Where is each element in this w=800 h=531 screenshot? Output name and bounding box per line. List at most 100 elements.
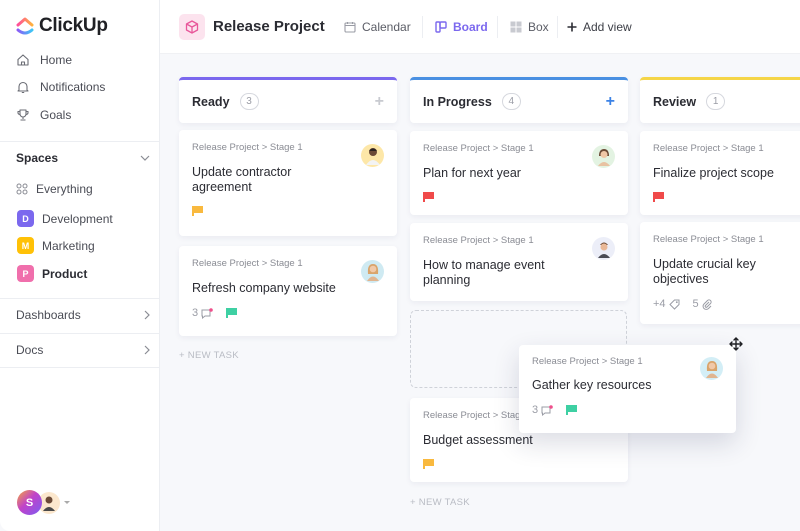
assignee-avatar[interactable] <box>700 357 723 380</box>
sidebar-divider <box>0 141 160 142</box>
space-label: Product <box>42 266 88 281</box>
column-header: Ready 3 + <box>179 77 397 123</box>
tab-label: Board <box>453 20 488 34</box>
assignee-avatar[interactable] <box>592 237 615 260</box>
task-path: Release Project > Stage 1 <box>423 235 534 246</box>
person-avatar-icon <box>43 496 55 511</box>
space-product[interactable]: P Product <box>17 265 87 282</box>
sidebar-item-dashboards[interactable]: Dashboards <box>16 308 150 322</box>
tab-box[interactable]: Box <box>510 20 549 34</box>
sidebar-divider <box>0 367 160 368</box>
sidebar-item-home[interactable]: Home <box>16 53 72 67</box>
user-avatar[interactable]: S <box>17 490 42 515</box>
task-card[interactable]: Release Project > Stage 1 Finalize proje… <box>640 131 800 215</box>
task-meta <box>423 459 615 469</box>
task-path: Release Project > Stage 1 <box>653 234 764 245</box>
person-avatar-icon <box>365 148 380 165</box>
task-title: How to manage event planning <box>423 258 545 287</box>
task-meta: 3 <box>532 404 723 416</box>
space-badge: P <box>17 265 34 282</box>
page-title: Release Project <box>213 18 325 35</box>
priority-flag-icon[interactable] <box>653 192 664 202</box>
new-task-button[interactable]: + NEW TASK <box>179 350 239 361</box>
space-label: Marketing <box>42 238 95 253</box>
spaces-title: Spaces <box>16 151 59 165</box>
priority-flag-icon[interactable] <box>226 308 238 318</box>
priority-flag-icon[interactable] <box>192 206 203 216</box>
space-marketing[interactable]: M Marketing <box>17 237 95 254</box>
task-title: Finalize project scope <box>653 166 774 180</box>
person-avatar-icon <box>366 264 379 281</box>
space-development[interactable]: D Development <box>17 210 113 227</box>
user-menu[interactable]: S <box>17 490 70 515</box>
comment-count[interactable]: 3 <box>192 307 213 319</box>
sidebar-item-notifications[interactable]: Notifications <box>16 80 105 94</box>
caret-down-icon[interactable] <box>64 501 70 504</box>
sidebar-item-label: Docs <box>16 343 44 357</box>
sidebar-item-label: Home <box>40 53 73 67</box>
spaces-header[interactable]: Spaces <box>16 151 150 165</box>
task-card[interactable]: Release Project > Stage 1 How to manage … <box>410 223 628 301</box>
move-cursor-icon <box>729 337 743 351</box>
dragging-task-card[interactable]: Release Project > Stage 1 Gather key res… <box>519 345 736 433</box>
task-title: Refresh company website <box>192 281 336 295</box>
task-meta <box>653 192 797 202</box>
attachment-count[interactable]: 5 <box>693 298 712 310</box>
project-icon <box>179 14 205 40</box>
clickup-logo-icon <box>16 17 34 35</box>
task-count-badge: 3 <box>239 93 259 110</box>
task-title: Budget assessment <box>423 433 533 447</box>
person-avatar-icon <box>597 149 610 166</box>
column-title: Review <box>653 94 697 109</box>
task-card[interactable]: Release Project > Stage 1 Refresh compan… <box>179 246 397 336</box>
clickup-logo[interactable]: ClickUp <box>16 15 108 37</box>
priority-flag-icon[interactable] <box>423 459 434 469</box>
assignee-avatar[interactable] <box>592 145 615 168</box>
chevron-down-icon[interactable] <box>140 155 150 161</box>
task-card[interactable]: Release Project > Stage 1 Update crucial… <box>640 222 800 324</box>
plus-icon <box>567 22 577 32</box>
bell-icon <box>17 81 29 94</box>
task-title: Plan for next year <box>423 166 521 180</box>
app-name: ClickUp <box>39 15 108 36</box>
comment-count[interactable]: 3 <box>532 404 553 416</box>
priority-flag-icon[interactable] <box>423 192 434 202</box>
column-header: In Progress 4 + <box>410 77 628 123</box>
add-task-icon[interactable]: + <box>375 93 384 110</box>
task-card[interactable]: Release Project > Stage 1 Update contrac… <box>179 130 397 236</box>
task-path: Release Project > Stage 1 <box>192 142 303 153</box>
comment-count-value: 3 <box>532 404 539 416</box>
add-task-icon[interactable]: + <box>606 93 615 110</box>
sidebar-divider <box>0 333 160 334</box>
sidebar-item-label: Dashboards <box>16 308 81 322</box>
column-header: Review 1 <box>640 77 800 123</box>
tag-count[interactable]: +4 <box>653 298 680 310</box>
add-view-button[interactable]: Add view <box>567 20 632 34</box>
comment-count-value: 3 <box>192 307 199 319</box>
tab-label: Calendar <box>362 20 411 34</box>
add-view-label: Add view <box>583 20 632 34</box>
task-path: Release Project > Stage 1 <box>653 143 764 154</box>
task-title: Gather key resources <box>532 378 652 392</box>
space-badge: D <box>17 210 34 227</box>
sidebar-item-everything[interactable]: Everything <box>16 182 93 196</box>
assignee-avatar[interactable] <box>361 260 384 283</box>
board-icon <box>435 21 447 33</box>
paperclip-icon <box>702 298 712 310</box>
new-task-button[interactable]: + NEW TASK <box>410 497 470 508</box>
tab-separator <box>497 16 498 38</box>
top-bar: Release Project Calendar Board Box Add v… <box>160 0 800 54</box>
priority-flag-icon[interactable] <box>566 405 578 415</box>
tab-board[interactable]: Board <box>435 20 488 34</box>
box-icon <box>510 21 522 33</box>
sidebar-item-docs[interactable]: Docs <box>16 343 150 357</box>
comment-icon <box>201 307 213 319</box>
assignee-avatar[interactable] <box>361 144 384 167</box>
tag-icon <box>668 299 680 310</box>
tab-separator <box>422 16 423 38</box>
task-card[interactable]: Release Project > Stage 1 Plan for next … <box>410 131 628 215</box>
sidebar-item-goals[interactable]: Goals <box>16 108 71 122</box>
column-title: Ready <box>192 94 230 109</box>
task-title: Update crucial key objectives <box>653 257 756 286</box>
tab-calendar[interactable]: Calendar <box>344 20 411 34</box>
